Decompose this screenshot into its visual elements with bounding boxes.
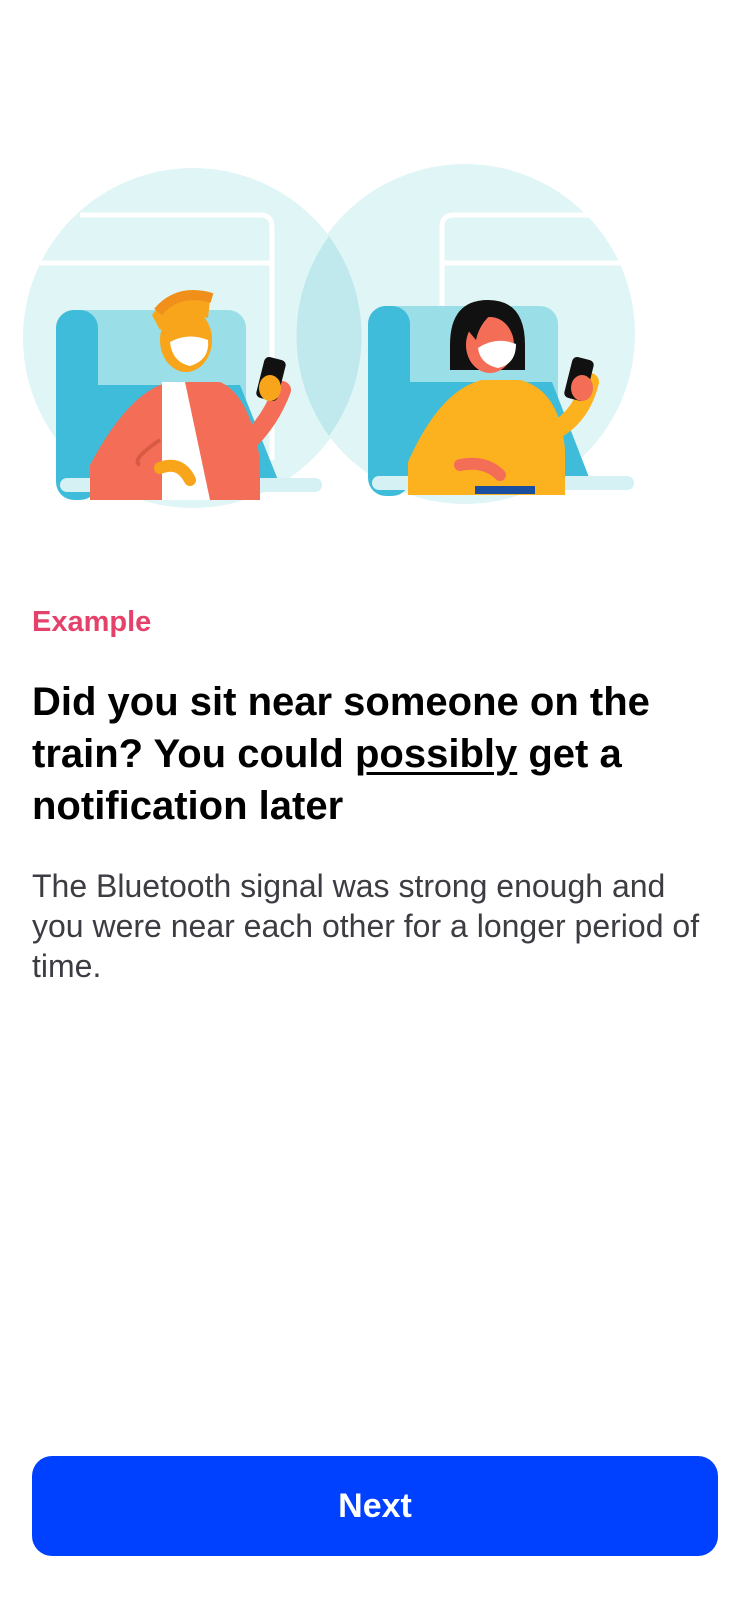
headline-emphasis: possibly [354,732,518,776]
body-text: The Bluetooth signal was strong enough a… [32,868,700,984]
example-label: Example [32,606,152,638]
next-button[interactable]: Next [32,1456,718,1556]
headline: Did you sit near someone on the train? Y… [32,676,722,832]
train-passengers-illustration [23,164,635,508]
